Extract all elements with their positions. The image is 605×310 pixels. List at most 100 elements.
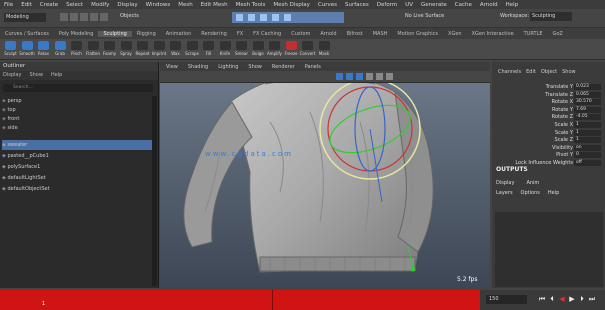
menu-item[interactable]: Help [502, 2, 523, 8]
tab-object[interactable]: Object [541, 69, 557, 75]
menu-item[interactable]: Select [62, 2, 87, 8]
xray-icon[interactable] [386, 73, 393, 80]
smooth-shade-icon[interactable] [346, 73, 353, 80]
shelf-tab[interactable]: XGen Interactive [467, 31, 519, 37]
shelf-tab[interactable]: Animation [161, 31, 197, 37]
viewport-menu-item[interactable]: Shading [188, 64, 208, 70]
menu-item[interactable]: Modify [87, 2, 113, 8]
attribute-value-field[interactable]: 0.023 [574, 84, 601, 90]
menu-item[interactable]: Edit Mesh [197, 2, 232, 8]
snap-curve-icon[interactable] [248, 14, 255, 21]
go-to-start-icon[interactable]: ⏮ [538, 295, 546, 304]
layer-menu-help[interactable]: Help [548, 190, 559, 196]
menu-item[interactable]: UV [401, 2, 417, 8]
layer-menu-options[interactable]: Options [521, 190, 540, 196]
channel-attribute-row[interactable]: Scale Z1 [495, 137, 603, 144]
shelf-tab[interactable]: TURTLE [519, 31, 548, 37]
outliner-item[interactable]: ◈ pasted__pCube1 [2, 151, 49, 161]
time-slider[interactable]: 1 [0, 290, 480, 310]
attribute-value-field[interactable]: 7.69 [574, 106, 601, 113]
shelf-tool-button[interactable]: Repeat [134, 41, 151, 57]
menu-item[interactable]: File [0, 2, 17, 8]
shelf-tool-button[interactable]: Mask [316, 41, 333, 57]
outliner-item[interactable]: ◈ side [2, 123, 18, 133]
tab-show[interactable]: Show [562, 69, 576, 75]
play-backwards-icon[interactable]: ◀ [558, 295, 566, 304]
viewport-menu-item[interactable]: Panels [305, 64, 321, 70]
menu-item[interactable]: Mesh [174, 2, 196, 8]
shelf-tool-button[interactable]: Foamy [101, 41, 118, 57]
snap-view-plane-icon[interactable] [272, 14, 279, 21]
textured-icon[interactable] [356, 73, 363, 80]
go-to-end-icon[interactable]: ⏭ [588, 295, 596, 304]
attribute-value-field[interactable]: 30.570 [574, 99, 601, 106]
channel-attribute-row[interactable]: Translate Y 0.023 [495, 84, 603, 91]
viewport-menu-item[interactable]: Show [248, 64, 262, 70]
attribute-value-field[interactable]: on [574, 144, 601, 151]
shelf-tab[interactable]: Poly Modeling [54, 31, 99, 37]
shelf-tab[interactable]: Custom [286, 31, 315, 37]
attribute-value-field[interactable]: -4.05 [574, 114, 601, 121]
viewport-menu-item[interactable]: Renderer [272, 64, 295, 70]
shelf-tool-button[interactable]: Scrape [184, 41, 201, 57]
shelf-tab[interactable]: XGen [443, 31, 467, 37]
new-scene-icon[interactable] [60, 13, 68, 21]
channel-attribute-row[interactable]: Scale X1 [495, 122, 603, 129]
viewport-menu-item[interactable]: Lighting [218, 64, 238, 70]
shelf-tool-button[interactable]: Spray [118, 41, 135, 57]
outliner-menu-display[interactable]: Display [3, 71, 21, 80]
tab-display-layers[interactable]: Display [496, 180, 514, 186]
step-forward-icon[interactable]: ⏵ [578, 295, 586, 304]
shelf-tab[interactable]: FX [232, 31, 248, 37]
shelf-tool-button[interactable]: Smear [233, 41, 250, 57]
wireframe-icon[interactable] [336, 73, 343, 80]
tab-channels[interactable]: Channels [498, 69, 521, 75]
shelf-tool-button[interactable]: Bulge [250, 41, 267, 57]
menu-item[interactable]: Mesh Display [269, 2, 314, 8]
shelf-tab[interactable]: FX Caching [248, 31, 286, 37]
shelf-tab[interactable]: GoZ [547, 31, 567, 37]
channel-attribute-row[interactable]: Translate Z 0.065 [495, 91, 603, 99]
shelf-tool-button[interactable]: Sculpt [2, 41, 19, 57]
channel-attribute-row[interactable]: Pivot Y0 [495, 152, 603, 159]
shelf-tab[interactable]: Sculpting [98, 30, 132, 37]
lighting-icon[interactable] [366, 73, 373, 80]
menu-item[interactable]: Surfaces [341, 2, 373, 8]
outliner-menu-show[interactable]: Show [29, 71, 43, 80]
outliner-item[interactable]: ◈ polySurface1 [2, 162, 40, 172]
shelf-tool-button[interactable]: Grab [52, 41, 69, 57]
shelf-tool-button[interactable]: Imprint [151, 41, 168, 57]
attribute-value-field[interactable]: off [574, 160, 601, 166]
shelf-tool-button[interactable]: Relax [35, 41, 52, 57]
shelf-tool-button[interactable]: Wax [167, 41, 184, 57]
menu-item[interactable]: Curves [314, 2, 341, 8]
menu-item[interactable]: Deform [373, 2, 401, 8]
save-scene-icon[interactable] [80, 13, 88, 21]
menu-item[interactable]: Arnold [476, 2, 502, 8]
channel-attribute-row[interactable]: Rotate Z -4.05 [495, 114, 603, 121]
end-frame-field[interactable]: 150 [486, 295, 527, 304]
outliner-menu-help[interactable]: Help [51, 71, 62, 80]
attribute-value-field[interactable]: 1 [574, 129, 601, 136]
mode-selector[interactable]: Modeling [4, 13, 46, 22]
shelf-tab[interactable]: Arnold [315, 31, 341, 37]
shelf-tool-button[interactable]: Pinch [68, 41, 85, 57]
menu-item[interactable]: Generate [417, 2, 451, 8]
shadows-icon[interactable] [376, 73, 383, 80]
menu-item[interactable]: Cache [451, 2, 476, 8]
menu-item[interactable]: Mesh Tools [232, 2, 270, 8]
snap-grid-icon[interactable] [236, 14, 243, 21]
tab-edit[interactable]: Edit [526, 69, 536, 75]
shelf-tab[interactable]: MASH [368, 31, 393, 37]
outliner-item[interactable]: ◈ sweater [2, 140, 152, 150]
undo-icon[interactable] [90, 13, 98, 21]
menu-item[interactable]: Windows [142, 2, 175, 8]
menu-item[interactable]: Create [36, 2, 62, 8]
shelf-tool-button[interactable]: Amplify [266, 41, 283, 57]
shelf-tab[interactable]: Rigging [132, 31, 161, 37]
shelf-tool-button[interactable]: Fill [200, 41, 217, 57]
shelf-tool-button[interactable]: Freeze [283, 41, 300, 57]
outliner-item[interactable]: ◈ defaultObjectSet [2, 184, 50, 194]
play-forwards-icon[interactable]: ▶ [568, 295, 576, 304]
workspace-selector[interactable]: Sculpting [530, 12, 572, 21]
